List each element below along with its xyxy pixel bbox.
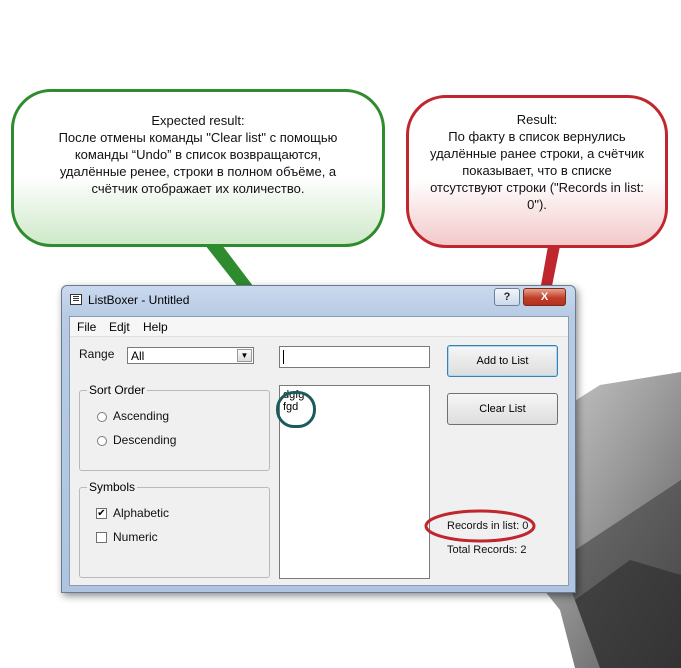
menu-edit[interactable]: Edjt: [109, 320, 130, 334]
alphabetic-checkbox[interactable]: ✔: [96, 508, 107, 519]
clear-list-button[interactable]: Clear List: [447, 393, 558, 425]
menu-help[interactable]: Help: [143, 320, 168, 334]
close-button[interactable]: X: [523, 288, 566, 306]
records-count-highlight: [424, 509, 536, 543]
actual-result-text: По факту в список вернулись удалённые ра…: [430, 129, 644, 212]
window-title: ListBoxer - Untitled: [88, 293, 190, 307]
actual-result-callout: Result: По факту в список вернулись удал…: [406, 95, 668, 248]
menu-file[interactable]: File: [77, 320, 96, 334]
ascending-label[interactable]: Ascending: [113, 409, 169, 423]
ascending-radio[interactable]: [97, 412, 107, 422]
help-button[interactable]: ?: [494, 288, 520, 306]
symbols-title: Symbols: [87, 480, 138, 494]
title-bar[interactable]: ListBoxer - Untitled ? X: [62, 286, 575, 314]
range-dropdown[interactable]: All ▼: [127, 347, 254, 364]
descending-label[interactable]: Descending: [113, 433, 176, 447]
app-icon: [70, 294, 82, 305]
entry-input[interactable]: [279, 346, 430, 368]
menu-bar: File Edjt Help: [70, 317, 568, 337]
sort-order-title: Sort Order: [87, 383, 148, 397]
actual-result-title: Result:: [516, 112, 558, 127]
sort-order-group: Sort Order Ascending Descending: [79, 383, 270, 471]
chevron-down-icon[interactable]: ▼: [237, 349, 252, 362]
list-items-highlight: [276, 391, 316, 428]
expected-result-text: После отмены команды "Clear list" с помо…: [58, 130, 338, 196]
range-value: All: [131, 349, 145, 363]
range-label: Range: [79, 347, 115, 361]
numeric-checkbox[interactable]: [96, 532, 107, 543]
text-caret: [283, 350, 284, 364]
numeric-label[interactable]: Numeric: [113, 530, 158, 544]
symbols-group: Symbols ✔ Alphabetic Numeric: [79, 480, 270, 578]
descending-radio[interactable]: [97, 436, 107, 446]
add-to-list-button[interactable]: Add to List: [447, 345, 558, 377]
expected-result-title: Expected result:: [151, 113, 245, 128]
expected-result-callout: Expected result: После отмены команды "C…: [11, 89, 385, 247]
alphabetic-label[interactable]: Alphabetic: [113, 506, 169, 520]
